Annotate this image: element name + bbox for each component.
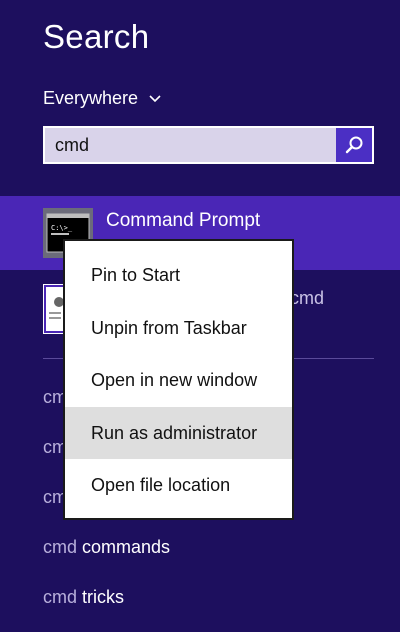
- suggestion-rest: tricks: [77, 587, 125, 607]
- search-icon: [345, 136, 363, 154]
- menu-item-open-file-location[interactable]: Open file location: [65, 459, 292, 512]
- scope-dropdown[interactable]: Everywhere: [43, 86, 162, 110]
- menu-item-unpin-from-taskbar[interactable]: Unpin from Taskbar: [65, 302, 292, 355]
- chevron-down-icon: [149, 95, 161, 103]
- suggestion-typed: cmd: [43, 587, 78, 607]
- page-title: Search: [43, 18, 150, 55]
- suggestion-item[interactable]: cmd tricks: [43, 587, 363, 613]
- menu-item-run-as-administrator[interactable]: Run as administrator: [65, 406, 292, 459]
- search-button[interactable]: [336, 128, 372, 162]
- menu-item-open-in-new-window[interactable]: Open in new window: [65, 354, 292, 407]
- result-name: cmd: [290, 288, 325, 308]
- suggestion-item[interactable]: cmd commands: [43, 537, 363, 563]
- scope-label: Everywhere: [43, 87, 139, 108]
- search-box: [43, 126, 374, 164]
- context-menu: Pin to Start Unpin from Taskbar Open in …: [63, 239, 294, 520]
- suggestion-rest: commands: [77, 537, 171, 557]
- result-name: Command Prompt: [106, 210, 261, 231]
- menu-item-pin-to-start[interactable]: Pin to Start: [65, 249, 292, 302]
- suggestion-typed: cmd: [43, 537, 78, 557]
- svg-text:C:\>_: C:\>_: [51, 224, 73, 232]
- search-input[interactable]: [45, 128, 336, 162]
